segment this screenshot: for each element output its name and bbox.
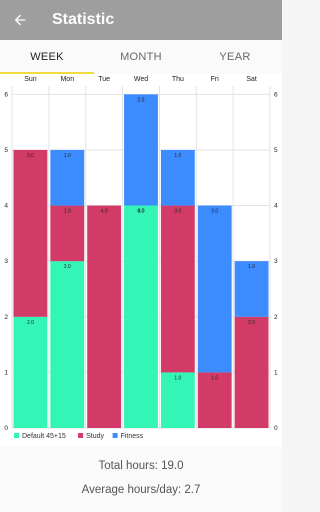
page-title: Statistic xyxy=(52,11,115,28)
bar-segment xyxy=(87,205,122,428)
bar-segment xyxy=(13,316,48,428)
tab-month[interactable]: MONTH xyxy=(94,40,188,74)
x-tick-label: Tue xyxy=(98,76,110,83)
bar-segment xyxy=(234,316,269,428)
x-tick-label: Sun xyxy=(24,76,37,83)
legend-label: Default 45+15 xyxy=(22,433,66,440)
data-label: 1.0 xyxy=(64,209,71,215)
y-tick-label-left: 0 xyxy=(4,425,8,432)
y-tick-label-left: 6 xyxy=(4,91,8,98)
bar-segment xyxy=(160,205,195,373)
data-label: 3.0 xyxy=(174,209,181,215)
y-tick-label-right: 2 xyxy=(274,314,278,321)
bar-segment xyxy=(197,205,232,373)
legend-swatch xyxy=(14,433,19,438)
y-tick-label-right: 6 xyxy=(274,91,278,98)
y-tick-label-right: 5 xyxy=(274,147,278,154)
x-tick-label: Thu xyxy=(172,76,184,83)
legend-swatch xyxy=(112,433,118,438)
average-hours-text: Average hours/day: 2.7 xyxy=(81,484,201,496)
legend-swatch xyxy=(78,433,84,438)
y-tick-label-left: 2 xyxy=(4,314,8,321)
bar-segment xyxy=(124,205,158,428)
x-tick-label: Fri xyxy=(211,76,220,83)
back-button[interactable] xyxy=(0,0,40,40)
data-label: 1.0 xyxy=(174,153,181,159)
period-tabs: WEEK MONTH YEAR xyxy=(0,40,282,74)
bar-segment xyxy=(124,94,158,206)
app-bar: Statistic xyxy=(0,0,282,40)
x-tick-label: Wed xyxy=(134,76,148,83)
y-tick-label-left: 4 xyxy=(4,203,8,210)
bar-segment xyxy=(50,261,85,428)
tab-year[interactable]: YEAR xyxy=(188,40,282,74)
y-tick-label-left: 5 xyxy=(4,147,8,154)
bar-segment xyxy=(13,149,48,317)
data-label: 4.0 xyxy=(101,209,108,215)
y-tick-label-right: 0 xyxy=(274,425,278,432)
weekly-chart-area: 0 0 1 1 2 2 3 3 4 4 5 5 6 6 Sun Mon Tue Wed Thu Fri Sat 2.0 3.… xyxy=(0,74,282,446)
y-tick-label-right: 3 xyxy=(274,258,278,265)
summary-stats: Total hours: 19.0 Average hours/day: 2.7 xyxy=(0,446,282,512)
data-label: 2.0 xyxy=(248,320,255,326)
data-label: 1.0 xyxy=(64,153,71,159)
total-hours-text: Total hours: 19.0 xyxy=(98,460,184,472)
y-tick-label-left: 3 xyxy=(4,258,8,265)
stacked-bar-chart: 0 0 1 1 2 2 3 3 4 4 5 5 6 6 Sun Mon Tue Wed Thu Fri Sat 2.0 3.… xyxy=(4,76,278,440)
data-label: 1.0 xyxy=(248,264,255,270)
y-tick-label-right: 4 xyxy=(274,203,278,210)
data-label: 0.0 xyxy=(138,209,145,215)
x-tick-label: Sat xyxy=(246,76,257,83)
data-label: 3.0 xyxy=(211,209,218,215)
data-label: 1.0 xyxy=(211,375,218,381)
data-label: 1.0 xyxy=(174,375,181,381)
legend-label: Study xyxy=(86,433,104,440)
legend-label: Fitness xyxy=(121,433,144,440)
tab-week[interactable]: WEEK xyxy=(0,40,94,74)
data-label: 3.0 xyxy=(27,153,34,159)
data-label: 2.0 xyxy=(138,97,145,103)
data-label: 3.0 xyxy=(64,264,71,270)
y-tick-label-left: 1 xyxy=(4,369,8,376)
y-tick-label-right: 1 xyxy=(274,369,278,376)
arrow-back-icon xyxy=(14,14,26,26)
data-label: 2.0 xyxy=(27,320,34,326)
x-tick-label: Mon xyxy=(60,76,74,83)
